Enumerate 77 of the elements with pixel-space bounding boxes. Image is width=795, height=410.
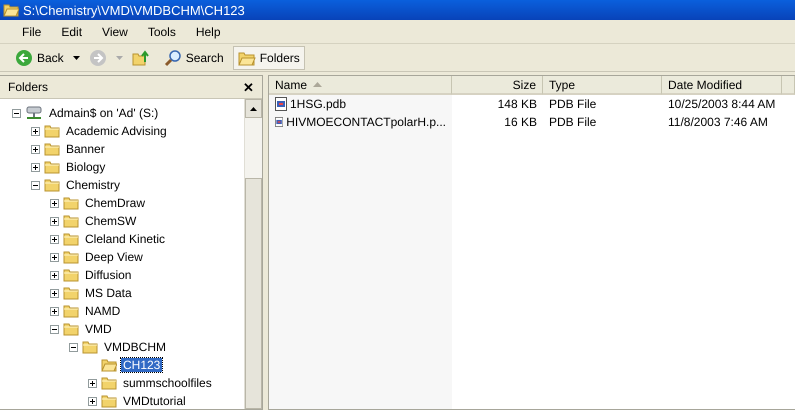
column-header[interactable]: Name [269, 76, 452, 95]
tree-item[interactable]: NAMD [83, 304, 122, 318]
menu-item[interactable]: File [12, 24, 52, 38]
pane-title: Folders [8, 80, 48, 94]
expand-button[interactable] [50, 270, 59, 280]
sort-arrow-icon [313, 82, 322, 87]
folder-icon [63, 214, 79, 228]
folder-icon [82, 340, 98, 354]
tree-item[interactable]: Admain$ on 'Ad' (S:) [47, 106, 160, 120]
folder-icon [44, 178, 60, 192]
expand-button[interactable] [50, 234, 59, 244]
tree-item[interactable]: VMDtutorial [121, 394, 188, 408]
column-header[interactable]: Type [543, 76, 662, 95]
search-icon [164, 48, 182, 66]
folder-icon [3, 3, 19, 17]
folder-icon [63, 250, 79, 264]
expand-button[interactable] [31, 126, 40, 136]
caret-icon[interactable] [72, 56, 80, 60]
expand-button[interactable] [31, 162, 40, 172]
folder-icon [44, 142, 60, 156]
column-header[interactable]: Size [452, 76, 543, 95]
expand-button[interactable] [50, 216, 59, 226]
folder-icon [63, 322, 79, 336]
expand-button[interactable] [50, 198, 59, 208]
folder-icon [63, 232, 79, 246]
expand-button[interactable] [50, 288, 59, 298]
search-button[interactable]: Search [158, 46, 229, 70]
folder-icon [101, 376, 117, 390]
tree-item[interactable]: Cleland Kinetic [83, 232, 168, 246]
folder-icon [101, 394, 117, 408]
tree-item[interactable]: Academic Advising [64, 124, 169, 138]
tree-item[interactable]: Chemistry [64, 178, 122, 192]
window-title: S:\Chemistry\VMD\VMDBCHM\CH123 [23, 2, 245, 18]
menu-item[interactable]: Edit [51, 24, 92, 38]
collapse-button[interactable] [69, 342, 78, 352]
expand-button[interactable] [88, 378, 97, 388]
table-cell: HIVMOECONTACTpolarH.p... [269, 113, 452, 131]
tree-item[interactable]: CH123 [121, 358, 162, 372]
network-drive-icon [25, 105, 43, 121]
file-icon [275, 97, 287, 111]
tree-item[interactable]: VMDBCHM [102, 340, 168, 354]
folder-icon [238, 50, 256, 66]
up-arrow-icon[interactable] [250, 106, 257, 110]
tree-item[interactable]: Deep View [83, 250, 145, 264]
collapse-button[interactable] [50, 324, 59, 334]
expand-button[interactable] [50, 306, 59, 316]
tree-item[interactable]: ChemSW [83, 214, 138, 228]
tree-item[interactable]: MS Data [83, 286, 134, 300]
file-icon [275, 115, 284, 129]
collapse-button[interactable] [31, 180, 40, 190]
folders-button[interactable]: Folders [232, 46, 305, 70]
tree-item[interactable]: Biology [64, 160, 108, 174]
folder-icon [63, 286, 79, 300]
back-button[interactable]: Back [10, 46, 69, 70]
menu-item[interactable]: Help [186, 24, 231, 38]
close-button[interactable]: ✕ [243, 80, 254, 94]
expand-button[interactable] [31, 144, 40, 154]
folder-icon [63, 196, 79, 210]
tree-item[interactable]: Diffusion [83, 268, 134, 282]
folder-icon [63, 304, 79, 318]
column-header[interactable]: Date Modified [662, 76, 782, 95]
scrollbar[interactable] [244, 99, 262, 409]
folder-icon [44, 124, 60, 138]
expand-button[interactable] [88, 396, 97, 406]
expand-button[interactable] [50, 252, 59, 262]
open-folder-icon [101, 358, 117, 372]
folder-icon [63, 268, 79, 282]
collapse-button[interactable] [12, 108, 21, 118]
tree-item[interactable]: ChemDraw [83, 196, 148, 210]
menu-item[interactable]: Tools [138, 24, 186, 38]
tree-item[interactable]: summschoolfiles [121, 376, 214, 390]
tree-item[interactable]: Banner [64, 142, 107, 156]
folder-icon [44, 160, 60, 174]
folder-up-icon [132, 48, 150, 66]
table-cell: 1HSG.pdb [269, 95, 452, 113]
menu-item[interactable]: View [92, 24, 138, 38]
tree-item[interactable]: VMD [83, 322, 114, 336]
